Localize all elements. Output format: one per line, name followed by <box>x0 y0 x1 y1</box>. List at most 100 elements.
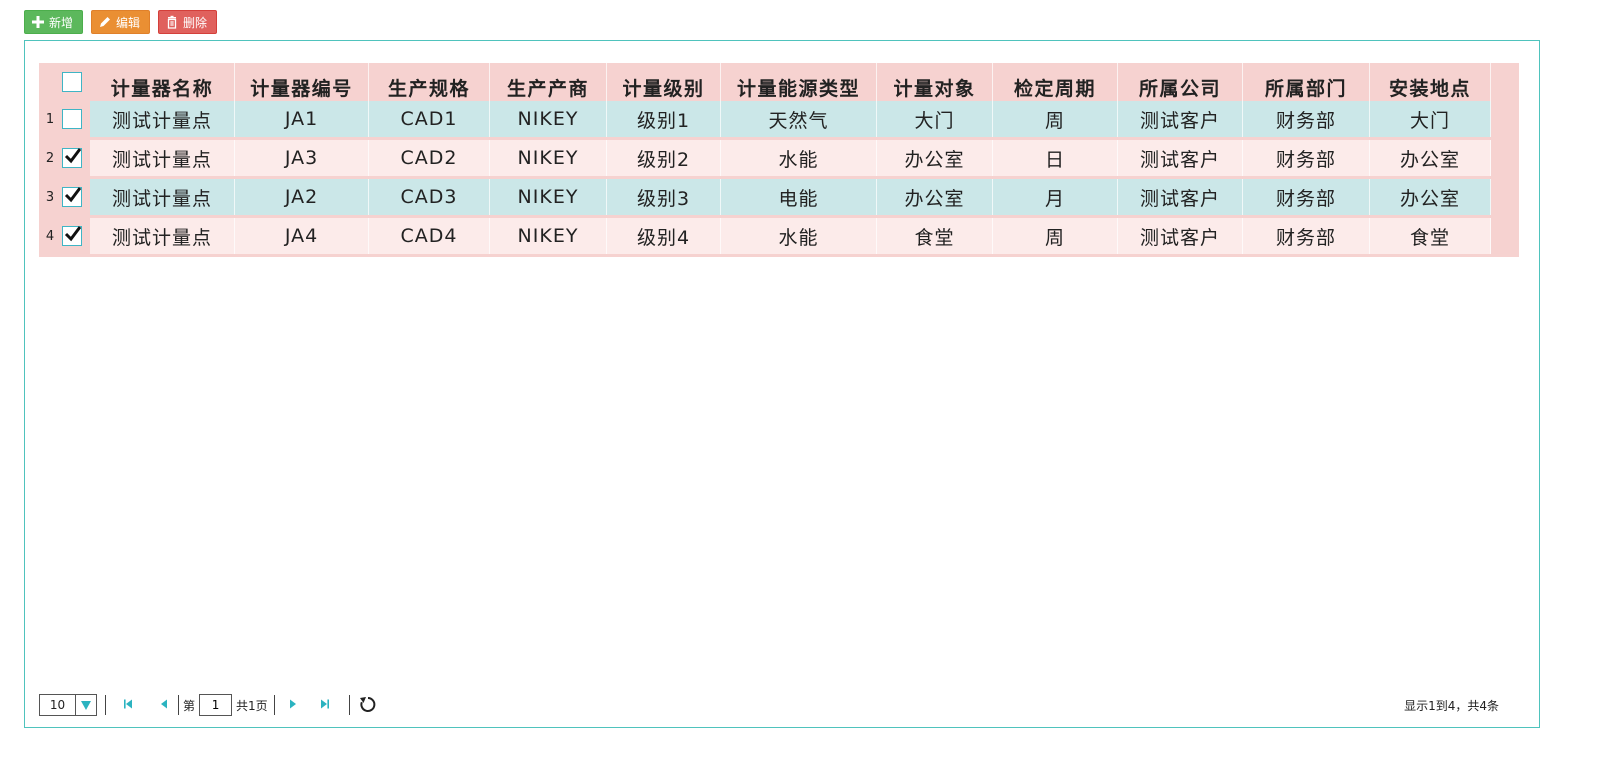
column-header-department[interactable]: 所属部门 <box>1243 63 1370 101</box>
table-row[interactable]: 1 测试计量点 JA1 CAD1 NIKEY 级别1 天然气 大门周测试客户 财务部 大门 <box>39 101 1519 139</box>
last-page-button[interactable] <box>311 694 339 716</box>
row-cells: 测试计量点 JA3 CAD2 NIKEY 级别2 水能 办公室日测试客户 财务部 办公室 <box>90 140 1491 176</box>
select-all-checkbox[interactable] <box>62 72 82 92</box>
row-cells: 测试计量点 JA2 CAD3 NIKEY 级别3 电能 办公室月测试客户 财务部 办公室 <box>90 179 1491 215</box>
pager-separator <box>348 695 350 715</box>
trash-icon <box>165 15 179 29</box>
row-checkbox[interactable] <box>62 148 82 168</box>
first-page-button[interactable] <box>114 694 142 716</box>
row-number: 2 <box>45 150 55 166</box>
cell-period: 月 <box>993 179 1118 215</box>
cell-location: 大门 <box>1370 101 1491 137</box>
cell-target: 办公室 <box>877 179 993 215</box>
cell-level: 级别1 <box>607 101 721 137</box>
column-header-meter-name[interactable]: 计量器名称 <box>90 63 235 101</box>
grid-header: 计量器名称 计量器编号 生产规格 生产产商 计量级别 计量能源类型 计量对象 检定周期 所属公司… <box>39 63 1519 101</box>
column-header-company[interactable]: 所属公司 <box>1118 63 1243 101</box>
refresh-button[interactable] <box>354 694 382 716</box>
cell-period: 周 <box>993 101 1118 137</box>
first-page-icon <box>122 698 134 713</box>
pager-separator <box>105 695 106 715</box>
plus-icon <box>31 15 45 29</box>
table-row[interactable]: 4 测试计量点 JA4 CAD4 NIKEY 级别4 水能 食堂周测试客户 财务部 食堂 <box>39 218 1519 256</box>
prev-page-button[interactable] <box>150 694 178 716</box>
add-button-label: 新增 <box>49 15 74 30</box>
cell-company: 测试客户 <box>1118 101 1243 137</box>
pagination-bar: 10 第 共1页 <box>39 693 1519 717</box>
cell-energy-type: 天然气 <box>721 101 877 137</box>
cell-meter-code: JA2 <box>235 179 369 215</box>
row-checkbox[interactable] <box>62 226 82 246</box>
pager-separator <box>273 695 275 715</box>
cell-spec: CAD4 <box>369 218 490 254</box>
cell-target: 办公室 <box>877 140 993 176</box>
cell-company: 测试客户 <box>1118 140 1243 176</box>
cell-company: 测试客户 <box>1118 179 1243 215</box>
row-cells: 测试计量点 JA1 CAD1 NIKEY 级别1 天然气 大门周测试客户 财务部 大门 <box>90 101 1491 137</box>
column-header-spec[interactable]: 生产规格 <box>369 63 490 101</box>
cell-company: 测试客户 <box>1118 218 1243 254</box>
cell-period: 日 <box>993 140 1118 176</box>
row-number: 3 <box>45 189 55 205</box>
column-header-period[interactable]: 检定周期 <box>993 63 1118 101</box>
cell-meter-name: 测试计量点 <box>90 101 235 137</box>
cell-energy-type: 电能 <box>721 179 877 215</box>
cell-level: 级别4 <box>607 218 721 254</box>
cell-department: 财务部 <box>1243 179 1370 215</box>
cell-meter-name: 测试计量点 <box>90 218 235 254</box>
page-size-value: 10 <box>49 698 66 712</box>
column-header-energy-type[interactable]: 计量能源类型 <box>721 63 877 101</box>
add-button[interactable]: 新增 <box>24 10 83 34</box>
cell-spec: CAD2 <box>369 140 490 176</box>
cell-level: 级别3 <box>607 179 721 215</box>
table-row[interactable]: 2 测试计量点 JA3 CAD2 NIKEY 级别2 水能 办公室日测试客户 财务部 办公室 <box>39 140 1519 178</box>
delete-button-label: 删除 <box>183 15 208 30</box>
cell-target: 大门 <box>877 101 993 137</box>
row-cells: 测试计量点 JA4 CAD4 NIKEY 级别4 水能 食堂周测试客户 财务部 食堂 <box>90 218 1491 254</box>
cell-level: 级别2 <box>607 140 721 176</box>
toolbar: 新增 编辑 删除 <box>24 10 217 34</box>
cell-spec: CAD1 <box>369 101 490 137</box>
cell-location: 办公室 <box>1370 179 1491 215</box>
page-prefix: 第 <box>183 698 196 713</box>
prev-page-icon <box>158 698 170 713</box>
next-page-button[interactable] <box>279 694 307 716</box>
cell-energy-type: 水能 <box>721 140 877 176</box>
column-header-location[interactable]: 安装地点 <box>1370 63 1491 101</box>
column-header-manufacturer[interactable]: 生产产商 <box>490 63 607 101</box>
cell-location: 办公室 <box>1370 140 1491 176</box>
row-checkbox[interactable] <box>62 187 82 207</box>
edit-button[interactable]: 编辑 <box>91 10 150 34</box>
cell-meter-name: 测试计量点 <box>90 179 235 215</box>
cell-energy-type: 水能 <box>721 218 877 254</box>
pencil-icon <box>98 15 112 29</box>
column-header-meter-code[interactable]: 计量器编号 <box>235 63 369 101</box>
grid-header-cells: 计量器名称 计量器编号 生产规格 生产产商 计量级别 计量能源类型 计量对象 检定周期 所属公司… <box>90 63 1491 101</box>
column-header-target[interactable]: 计量对象 <box>877 63 993 101</box>
cell-meter-code: JA4 <box>235 218 369 254</box>
cell-meter-name: 测试计量点 <box>90 140 235 176</box>
cell-manufacturer: NIKEY <box>490 140 607 176</box>
current-page-input[interactable] <box>199 694 233 716</box>
dropdown-arrow-icon[interactable] <box>75 695 96 715</box>
next-page-icon <box>287 698 299 713</box>
cell-spec: CAD3 <box>369 179 490 215</box>
column-header-level[interactable]: 计量级别 <box>607 63 721 101</box>
cell-period: 周 <box>993 218 1118 254</box>
refresh-icon <box>358 694 378 717</box>
cell-meter-code: JA3 <box>235 140 369 176</box>
last-page-icon <box>319 698 331 713</box>
row-checkbox[interactable] <box>62 109 82 129</box>
row-number: 1 <box>45 111 55 127</box>
cell-manufacturer: NIKEY <box>490 179 607 215</box>
table-row[interactable]: 3 测试计量点 JA2 CAD3 NIKEY 级别3 电能 办公室月测试客户 财务部 办公室 <box>39 179 1519 217</box>
cell-department: 财务部 <box>1243 218 1370 254</box>
pagination-info: 显示1到4，共4条 <box>1404 699 1499 713</box>
cell-meter-code: JA1 <box>235 101 369 137</box>
delete-button[interactable]: 删除 <box>158 10 217 34</box>
data-grid-panel: 计量器名称 计量器编号 生产规格 生产产商 计量级别 计量能源类型 计量对象 检定周期 所属公司… <box>24 40 1540 728</box>
cell-location: 食堂 <box>1370 218 1491 254</box>
data-grid: 计量器名称 计量器编号 生产规格 生产产商 计量级别 计量能源类型 计量对象 检定周期 所属公司… <box>39 63 1519 257</box>
edit-button-label: 编辑 <box>116 15 141 30</box>
page-size-select[interactable]: 10 <box>39 694 97 716</box>
